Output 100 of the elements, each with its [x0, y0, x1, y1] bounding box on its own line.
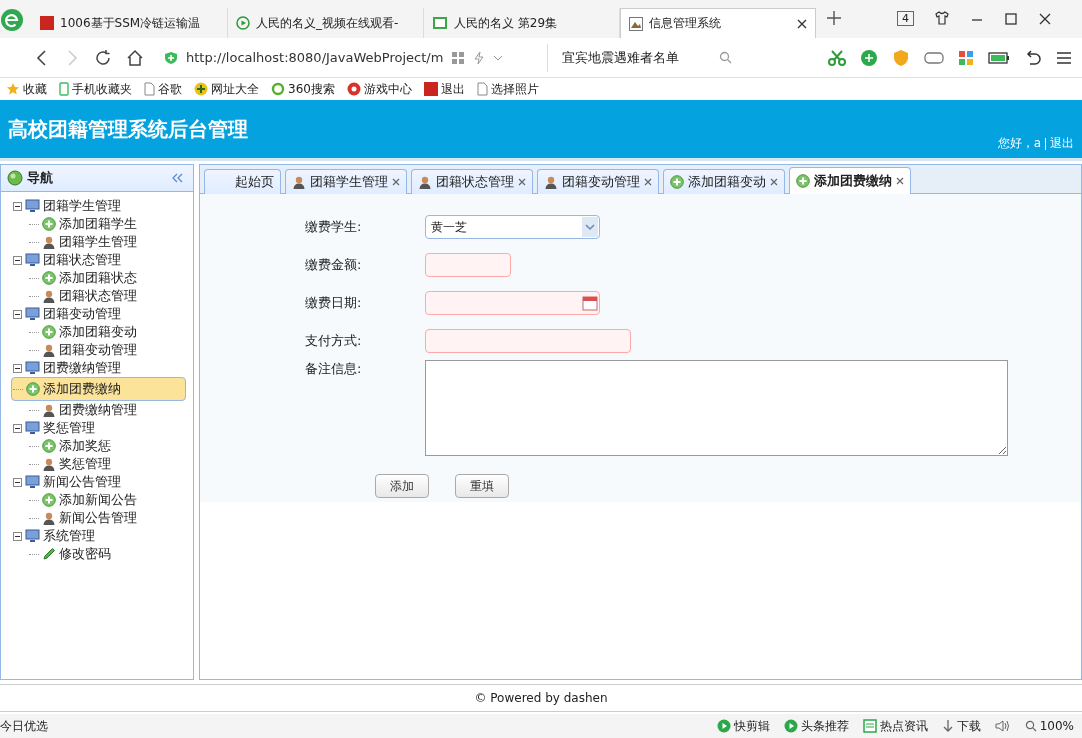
- page-tab[interactable]: 团籍变动管理: [537, 169, 659, 194]
- monitor-icon: [25, 421, 40, 435]
- ring-icon: [271, 82, 285, 96]
- form-button[interactable]: 添加: [375, 474, 429, 498]
- tree-item[interactable]: 修改密码: [11, 545, 183, 563]
- scissors-icon[interactable]: [828, 49, 846, 66]
- student-dropdown[interactable]: 黄一芝: [425, 215, 600, 239]
- date-field[interactable]: [425, 291, 600, 315]
- tv-icon: [432, 16, 448, 30]
- zoom-level[interactable]: 100%: [1024, 719, 1074, 733]
- bookmark-link[interactable]: 选择照片: [476, 80, 539, 98]
- plus-circle-icon: [42, 439, 56, 453]
- address-field[interactable]: http://localhost:8080/JavaWebProject/m: [158, 43, 548, 72]
- tab-count[interactable]: 4: [897, 11, 914, 26]
- tree-item[interactable]: 团费缴纳管理: [11, 401, 183, 419]
- speaker-icon[interactable]: [994, 719, 1011, 733]
- new-tab-icon[interactable]: [826, 10, 842, 26]
- maximize-icon[interactable]: [1004, 12, 1018, 26]
- close-icon[interactable]: [896, 177, 904, 185]
- browser-tab[interactable]: 1006基于SSM冷链运输温: [32, 8, 228, 38]
- collapse-box-icon[interactable]: [13, 531, 22, 541]
- phone-icon: [59, 82, 69, 96]
- collapse-box-icon[interactable]: [13, 201, 22, 211]
- home-icon[interactable]: [126, 48, 144, 67]
- tree-item[interactable]: 新闻公告管理: [11, 509, 183, 527]
- tree-group[interactable]: 新闻公告管理: [13, 473, 193, 491]
- page-tab[interactable]: 团籍学生管理: [285, 169, 407, 194]
- calendar-icon[interactable]: [582, 295, 598, 311]
- bookmark-link[interactable]: 手机收藏夹: [59, 80, 132, 98]
- search-icon[interactable]: [719, 51, 732, 64]
- status-item[interactable]: 下载: [941, 717, 981, 735]
- tree-item[interactable]: 添加团籍状态: [11, 269, 183, 287]
- close-icon[interactable]: [797, 18, 807, 29]
- favicon-icon: [40, 16, 54, 30]
- bookmark-link[interactable]: 网址大全: [194, 80, 259, 98]
- tree-item[interactable]: 团籍学生管理: [11, 233, 183, 251]
- tree-item[interactable]: 添加团籍变动: [11, 323, 183, 341]
- field-label: 缴费学生:: [305, 218, 363, 236]
- input-field[interactable]: [425, 253, 511, 277]
- browser-tab[interactable]: 人民的名义_视频在线观看-: [228, 8, 424, 38]
- play-icon: [716, 719, 731, 733]
- tree-group[interactable]: 团籍学生管理: [13, 197, 193, 215]
- menu-icon[interactable]: [1056, 50, 1072, 65]
- tree-item[interactable]: 添加团费缴纳: [11, 377, 186, 401]
- notes-textarea[interactable]: [425, 360, 1008, 456]
- tree-group[interactable]: 团籍状态管理: [13, 251, 193, 269]
- collapse-box-icon[interactable]: [13, 255, 22, 265]
- collapse-box-icon[interactable]: [13, 309, 22, 319]
- input-field[interactable]: [425, 329, 631, 353]
- tree-item[interactable]: 团籍状态管理: [11, 287, 183, 305]
- status-text[interactable]: 今日优选: [0, 717, 48, 735]
- bookmark-link[interactable]: 退出: [423, 80, 465, 98]
- status-item[interactable]: 头条推荐: [783, 717, 849, 735]
- person-icon: [42, 457, 56, 471]
- monitor-icon: [25, 475, 40, 489]
- page-tab[interactable]: 起始页: [204, 169, 281, 194]
- page-tab[interactable]: 团籍状态管理: [411, 169, 533, 194]
- plus-circle-icon: [42, 217, 56, 231]
- tree-group[interactable]: 团费缴纳管理: [13, 359, 193, 377]
- close-icon[interactable]: [1038, 12, 1052, 26]
- bookmark-link[interactable]: 游戏中心: [346, 80, 412, 98]
- browser-tab[interactable]: 信息管理系统: [620, 8, 816, 38]
- bookmark-link[interactable]: 收藏: [6, 80, 47, 98]
- battery-icon[interactable]: [988, 50, 1010, 65]
- plus-circle-icon: [670, 175, 684, 189]
- status-item[interactable]: 热点资讯: [862, 717, 928, 735]
- page-tab[interactable]: 添加团籍变动: [663, 169, 785, 194]
- tree-item[interactable]: 团籍变动管理: [11, 341, 183, 359]
- tree-item[interactable]: 添加奖惩: [11, 437, 183, 455]
- tree-group[interactable]: 奖惩管理: [13, 419, 193, 437]
- lightning-icon[interactable]: [473, 50, 486, 65]
- search-field[interactable]: 宜宾地震遇难者名单: [562, 48, 732, 67]
- collapse-box-icon[interactable]: [13, 423, 22, 433]
- shirt-icon[interactable]: [934, 10, 950, 26]
- bookmark-link[interactable]: 谷歌: [144, 80, 182, 98]
- tree-group[interactable]: 系统管理: [13, 527, 193, 545]
- tree-group[interactable]: 团籍变动管理: [13, 305, 193, 323]
- collapse-icon[interactable]: [172, 173, 183, 183]
- document-icon: [476, 82, 488, 96]
- collapse-box-icon[interactable]: [13, 363, 22, 373]
- field-label: 支付方式:: [305, 332, 363, 350]
- star-icon: [6, 82, 20, 96]
- reload-icon[interactable]: [94, 48, 112, 67]
- footer-text: © Powered by dashen: [474, 691, 608, 705]
- bookmark-link[interactable]: 360搜索: [271, 80, 335, 98]
- apps-icon[interactable]: [958, 49, 974, 66]
- plus-circle-icon: [42, 493, 56, 507]
- page-tab[interactable]: 添加团费缴纳: [789, 167, 911, 194]
- collapse-box-icon[interactable]: [13, 477, 22, 487]
- status-item[interactable]: 快剪辑: [716, 717, 770, 735]
- tree-item[interactable]: 奖惩管理: [11, 455, 183, 473]
- panel-title: 导航: [27, 169, 54, 187]
- play-icon: [783, 719, 798, 733]
- tree-item[interactable]: 添加团籍学生: [11, 215, 183, 233]
- grid-icon[interactable]: [451, 50, 466, 65]
- monitor-icon: [25, 253, 40, 267]
- tree-item[interactable]: 添加新闻公告: [11, 491, 183, 509]
- monitor-icon: [25, 529, 40, 543]
- form-button[interactable]: 重填: [455, 474, 509, 498]
- undo-icon[interactable]: [1024, 48, 1042, 67]
